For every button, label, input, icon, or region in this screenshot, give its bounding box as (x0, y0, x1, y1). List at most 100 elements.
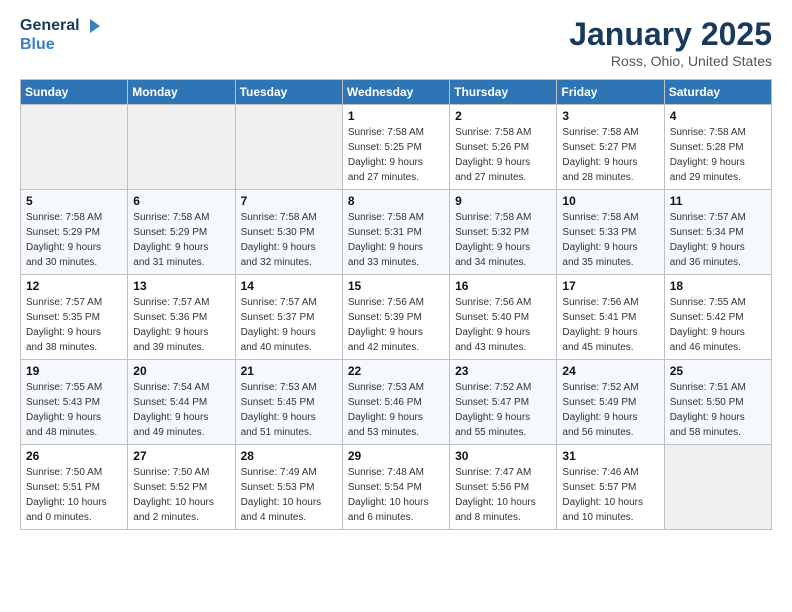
day-detail: Sunrise: 7:48 AMSunset: 5:54 PMDaylight:… (348, 465, 444, 525)
calendar-week-row: 5 Sunrise: 7:58 AMSunset: 5:29 PMDaylight… (21, 190, 772, 275)
calendar-cell: 30Sunrise: 7:47 AMSunset: 5:56 PMDayligh… (450, 445, 557, 530)
day-detail: Sunrise: 7:51 AMSunset: 5:50 PMDaylight:… (670, 380, 766, 440)
calendar-week-row: 26 Sunrise: 7:50 AMSunset: 5:51 PMDayligh… (21, 445, 772, 530)
calendar-cell: 19 Sunrise: 7:55 AMSunset: 5:43 PMDayligh… (21, 360, 128, 445)
calendar-cell: 2 Sunrise: 7:58 AMSunset: 5:26 PMDaylight… (450, 105, 557, 190)
calendar-week-row: 1 Sunrise: 7:58 AMSunset: 5:25 PMDaylight… (21, 105, 772, 190)
calendar-cell (21, 105, 128, 190)
calendar-week-row: 12Sunrise: 7:57 AMSunset: 5:35 PMDayligh… (21, 275, 772, 360)
day-number: 5 (26, 194, 122, 208)
day-detail: Sunrise: 7:53 AMSunset: 5:46 PMDaylight:… (348, 380, 444, 440)
day-detail: Sunrise: 7:58 AMSunset: 5:30 PMDaylight:… (241, 210, 337, 270)
day-number: 28 (241, 449, 337, 463)
day-detail: Sunrise: 7:55 AMSunset: 5:43 PMDaylight:… (26, 380, 122, 440)
calendar-cell: 1 Sunrise: 7:58 AMSunset: 5:25 PMDaylight… (342, 105, 449, 190)
weekday-header-tuesday: Tuesday (235, 80, 342, 105)
calendar-cell: 25Sunrise: 7:51 AMSunset: 5:50 PMDayligh… (664, 360, 771, 445)
day-number: 23 (455, 364, 551, 378)
day-detail: Sunrise: 7:46 AMSunset: 5:57 PMDaylight:… (562, 465, 658, 525)
day-number: 21 (241, 364, 337, 378)
calendar-cell: 5 Sunrise: 7:58 AMSunset: 5:29 PMDaylight… (21, 190, 128, 275)
day-detail: Sunrise: 7:55 AMSunset: 5:42 PMDaylight:… (670, 295, 766, 355)
calendar-cell: 10 Sunrise: 7:58 AMSunset: 5:33 PMDayligh… (557, 190, 664, 275)
day-detail: Sunrise: 7:58 AMSunset: 5:27 PMDaylight:… (562, 125, 658, 185)
day-detail: Sunrise: 7:50 AMSunset: 5:51 PMDaylight:… (26, 465, 122, 525)
weekday-header-row: SundayMondayTuesdayWednesdayThursdayFrid… (21, 80, 772, 105)
day-detail: Sunrise: 7:58 AMSunset: 5:26 PMDaylight:… (455, 125, 551, 185)
calendar-cell: 24 Sunrise: 7:52 AMSunset: 5:49 PMDayligh… (557, 360, 664, 445)
calendar-cell: 26 Sunrise: 7:50 AMSunset: 5:51 PMDayligh… (21, 445, 128, 530)
day-number: 2 (455, 109, 551, 123)
day-number: 17 (562, 279, 658, 293)
day-detail: Sunrise: 7:49 AMSunset: 5:53 PMDaylight:… (241, 465, 337, 525)
day-number: 6 (133, 194, 229, 208)
calendar-cell: 4 Sunrise: 7:58 AMSunset: 5:28 PMDaylight… (664, 105, 771, 190)
logo-text: General Blue (20, 16, 104, 54)
weekday-header-wednesday: Wednesday (342, 80, 449, 105)
day-detail: Sunrise: 7:56 AMSunset: 5:41 PMDaylight:… (562, 295, 658, 355)
calendar-cell (128, 105, 235, 190)
calendar-cell: 23Sunrise: 7:52 AMSunset: 5:47 PMDayligh… (450, 360, 557, 445)
day-number: 1 (348, 109, 444, 123)
calendar-cell: 14Sunrise: 7:57 AMSunset: 5:37 PMDayligh… (235, 275, 342, 360)
calendar-cell: 11Sunrise: 7:57 AMSunset: 5:34 PMDayligh… (664, 190, 771, 275)
calendar-cell: 15Sunrise: 7:56 AMSunset: 5:39 PMDayligh… (342, 275, 449, 360)
day-number: 15 (348, 279, 444, 293)
logo-arrow-icon (86, 17, 104, 35)
day-detail: Sunrise: 7:58 AMSunset: 5:33 PMDaylight:… (562, 210, 658, 270)
calendar-cell (664, 445, 771, 530)
calendar-week-row: 19 Sunrise: 7:55 AMSunset: 5:43 PMDayligh… (21, 360, 772, 445)
day-number: 18 (670, 279, 766, 293)
calendar-table: SundayMondayTuesdayWednesdayThursdayFrid… (20, 79, 772, 530)
location: Ross, Ohio, United States (569, 53, 772, 69)
logo: General Blue (20, 16, 104, 54)
title-block: January 2025 Ross, Ohio, United States (569, 16, 772, 69)
day-number: 10 (562, 194, 658, 208)
weekday-header-thursday: Thursday (450, 80, 557, 105)
calendar-cell: 17 Sunrise: 7:56 AMSunset: 5:41 PMDayligh… (557, 275, 664, 360)
page-header: General Blue January 2025 Ross, Ohio, Un… (20, 16, 772, 69)
calendar-cell: 21 Sunrise: 7:53 AMSunset: 5:45 PMDayligh… (235, 360, 342, 445)
calendar-cell: 16 Sunrise: 7:56 AMSunset: 5:40 PMDayligh… (450, 275, 557, 360)
day-detail: Sunrise: 7:53 AMSunset: 5:45 PMDaylight:… (241, 380, 337, 440)
day-detail: Sunrise: 7:56 AMSunset: 5:40 PMDaylight:… (455, 295, 551, 355)
day-number: 8 (348, 194, 444, 208)
month-title: January 2025 (569, 16, 772, 53)
day-number: 19 (26, 364, 122, 378)
calendar-cell: 7Sunrise: 7:58 AMSunset: 5:30 PMDaylight… (235, 190, 342, 275)
weekday-header-friday: Friday (557, 80, 664, 105)
day-number: 9 (455, 194, 551, 208)
day-detail: Sunrise: 7:52 AMSunset: 5:49 PMDaylight:… (562, 380, 658, 440)
day-number: 20 (133, 364, 229, 378)
day-number: 16 (455, 279, 551, 293)
weekday-header-sunday: Sunday (21, 80, 128, 105)
day-detail: Sunrise: 7:58 AMSunset: 5:32 PMDaylight:… (455, 210, 551, 270)
day-number: 12 (26, 279, 122, 293)
calendar-cell: 18 Sunrise: 7:55 AMSunset: 5:42 PMDayligh… (664, 275, 771, 360)
day-number: 3 (562, 109, 658, 123)
day-detail: Sunrise: 7:58 AMSunset: 5:28 PMDaylight:… (670, 125, 766, 185)
calendar-cell: 3 Sunrise: 7:58 AMSunset: 5:27 PMDaylight… (557, 105, 664, 190)
day-detail: Sunrise: 7:57 AMSunset: 5:36 PMDaylight:… (133, 295, 229, 355)
calendar-cell: 20 Sunrise: 7:54 AMSunset: 5:44 PMDayligh… (128, 360, 235, 445)
day-number: 31 (562, 449, 658, 463)
day-number: 26 (26, 449, 122, 463)
calendar-cell (235, 105, 342, 190)
calendar-cell: 29Sunrise: 7:48 AMSunset: 5:54 PMDayligh… (342, 445, 449, 530)
calendar-cell: 12Sunrise: 7:57 AMSunset: 5:35 PMDayligh… (21, 275, 128, 360)
calendar-cell: 22Sunrise: 7:53 AMSunset: 5:46 PMDayligh… (342, 360, 449, 445)
calendar-cell: 31 Sunrise: 7:46 AMSunset: 5:57 PMDayligh… (557, 445, 664, 530)
day-detail: Sunrise: 7:58 AMSunset: 5:29 PMDaylight:… (26, 210, 122, 270)
day-detail: Sunrise: 7:54 AMSunset: 5:44 PMDaylight:… (133, 380, 229, 440)
day-number: 27 (133, 449, 229, 463)
day-number: 30 (455, 449, 551, 463)
calendar-cell: 8Sunrise: 7:58 AMSunset: 5:31 PMDaylight… (342, 190, 449, 275)
weekday-header-monday: Monday (128, 80, 235, 105)
day-detail: Sunrise: 7:58 AMSunset: 5:25 PMDaylight:… (348, 125, 444, 185)
day-number: 24 (562, 364, 658, 378)
day-number: 4 (670, 109, 766, 123)
calendar-cell: 9 Sunrise: 7:58 AMSunset: 5:32 PMDaylight… (450, 190, 557, 275)
calendar-cell: 27Sunrise: 7:50 AMSunset: 5:52 PMDayligh… (128, 445, 235, 530)
day-number: 14 (241, 279, 337, 293)
calendar-cell: 6Sunrise: 7:58 AMSunset: 5:29 PMDaylight… (128, 190, 235, 275)
